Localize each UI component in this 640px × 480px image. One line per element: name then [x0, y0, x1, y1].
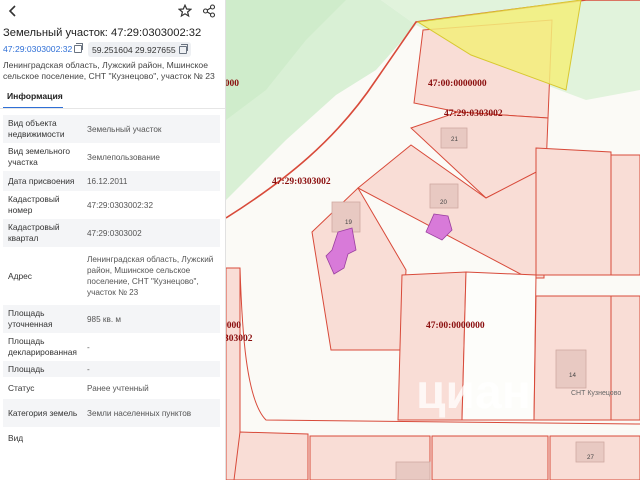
share-button[interactable]	[200, 2, 218, 20]
parcel-bottom-1	[233, 431, 309, 480]
parcel-number-21: 21	[451, 136, 458, 143]
cadastral-map[interactable]: 0000 47:00:0000000 47:29:0303002 47:29:0…	[226, 0, 640, 480]
back-button[interactable]	[4, 2, 22, 20]
parcel-right-1	[535, 147, 612, 276]
label-left-top: 0000	[226, 79, 239, 89]
star-icon	[178, 4, 192, 18]
property-info-panel: Земельный участок: 47:29:0303002:32 47:2…	[0, 0, 226, 480]
info-row: Вид земельного участка Землепользование	[3, 143, 220, 171]
cadastral-number-link[interactable]: 47:29:0303002:32	[3, 43, 84, 54]
tab-information[interactable]: Информация	[3, 88, 63, 108]
info-row: Кадастровый номер 47:29:0303002:32	[3, 191, 220, 219]
snt-label: СНТ Кузнецово	[571, 390, 621, 397]
info-row-value: Ранее учтенный	[87, 383, 149, 393]
info-row: Адрес Ленинградская область, Лужский райо…	[3, 247, 220, 305]
label-left-mid2: 303002	[226, 334, 253, 344]
marker-bottom	[395, 461, 431, 480]
favorite-button[interactable]	[176, 2, 194, 20]
parcel-number-19: 19	[345, 219, 352, 226]
info-row-key: Категория земель	[8, 407, 78, 418]
info-row-value: -	[87, 364, 90, 374]
marker-14	[555, 349, 587, 389]
info-row-key: Адрес	[8, 270, 32, 281]
panel-toolbar	[0, 0, 225, 22]
label-left-mid1: 0000	[226, 321, 241, 331]
tab-divider	[0, 108, 225, 109]
info-row: Кадастровый квартал 47:29:0303002	[3, 219, 220, 247]
info-row-value: 985 кв. м	[87, 314, 122, 324]
page-title: Земельный участок: 47:29:0303002:32	[3, 27, 202, 39]
coordinates-text: 59.251604 29.927655	[92, 44, 176, 55]
info-row-key: Статус	[8, 382, 35, 393]
info-table: Вид объекта недвижимости Земельный участо…	[3, 115, 220, 449]
info-row-value: Земли населенных пунктов	[87, 408, 192, 418]
label-quarter-4: 47:00:0000000	[426, 321, 485, 331]
info-row-value: 47:29:0303002	[87, 228, 142, 238]
info-row-key: Вид объекта недвижимости	[8, 118, 65, 139]
map-canvas[interactable]: 0000 47:00:0000000 47:29:0303002 47:29:0…	[226, 0, 640, 480]
info-row: Статус Ранее учтенный	[3, 377, 220, 399]
marker-19	[331, 201, 361, 233]
info-row: Вид	[3, 427, 220, 449]
cadastral-number-text: 47:29:0303002:32	[3, 44, 73, 54]
info-row: Площадь -	[3, 361, 220, 377]
info-row-key: Площадь уточненная	[8, 308, 53, 329]
info-row-value: 16.12.2011	[87, 176, 128, 186]
identifier-row: 47:29:0303002:32 59.251604 29.927655	[0, 42, 225, 58]
share-icon	[202, 4, 216, 18]
label-quarter-3: 47:29:0303002	[272, 177, 331, 187]
info-row-key: Площадь	[8, 363, 45, 374]
info-row-value: Ленинградская область, Лужский район, Мш…	[87, 255, 214, 297]
copy-icon[interactable]	[178, 43, 188, 54]
parcel-number-20: 20	[440, 199, 447, 206]
info-row-value: -	[87, 342, 90, 352]
parcel-bottom-3	[431, 435, 549, 480]
info-row: Вид объекта недвижимости Земельный участо…	[3, 115, 220, 143]
label-quarter-1: 47:00:0000000	[428, 79, 487, 89]
info-row-value: 47:29:0303002:32	[87, 200, 154, 210]
info-row: Дата присвоения 16.12.2011	[3, 171, 220, 191]
address-text: Ленинградская область, Лужский район, Мш…	[3, 60, 215, 81]
coordinates-chip[interactable]: 59.251604 29.927655	[88, 42, 191, 57]
info-row-key: Дата присвоения	[8, 175, 75, 186]
info-row-key: Площадь декларированная	[8, 336, 77, 357]
label-quarter-2: 47:29:0303002	[444, 109, 503, 119]
info-row-key: Вид земельного участка	[8, 146, 71, 167]
copy-icon[interactable]	[74, 43, 84, 53]
parcel-number-27: 27	[587, 454, 594, 461]
info-row-key: Вид	[8, 432, 24, 443]
chevron-left-icon	[8, 5, 16, 17]
info-row-value: Земельный участок	[87, 124, 162, 134]
info-row: Площадь уточненная 985 кв. м	[3, 305, 220, 333]
info-row-key: Кадастровый номер	[8, 194, 60, 215]
info-row: Категория земель Земли населенных пунктов	[3, 399, 220, 427]
info-row-key: Кадастровый квартал	[8, 222, 60, 243]
info-row-value: Землепользование	[87, 152, 160, 162]
watermark: циан	[416, 366, 531, 419]
parcel-right-2	[610, 154, 640, 276]
info-row: Площадь декларированная -	[3, 333, 220, 361]
parcel-number-14: 14	[569, 372, 576, 379]
parcel-right-3	[610, 295, 640, 421]
